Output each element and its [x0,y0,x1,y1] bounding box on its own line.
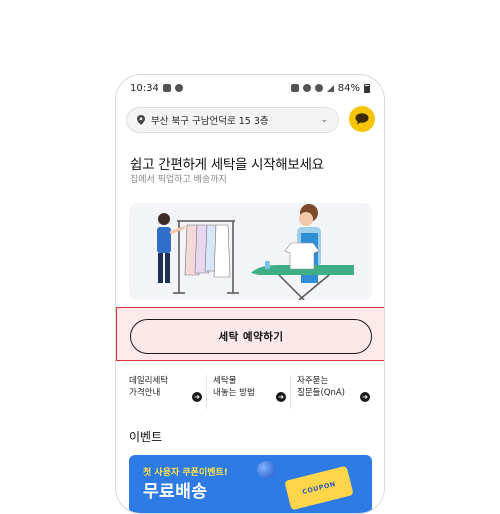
quick-link-label-line1: 데일리세탁 [129,376,169,386]
wifi-icon [314,84,323,92]
quick-link-label-line2: 질문들(QnA) [297,388,345,398]
hero-illustration [129,203,372,300]
quick-links: 데일리세탁 가격안내 ➜ 세탁물 내놓는 방법 ➜ 자주묻는 질문들(QnA) … [129,375,374,409]
sphere-decoration [257,461,275,479]
battery-percent: 84% [337,82,360,94]
location-pin-icon [137,115,145,125]
chat-bubble-icon [355,113,369,125]
quick-link-label-line2: 내놓는 방법 [213,388,255,398]
events-section-title: 이벤트 [129,430,163,444]
ironing-board-illustration [251,242,354,300]
page-subtitle: 집에서 픽업하고 배송까지 [130,175,227,185]
arrow-right-icon: ➜ [276,392,286,402]
arrow-right-icon: ➜ [192,392,202,402]
phone-frame: 10:34 84% 부산 북구 구남언덕로 15 3층 ⌄ 쉽고 간편하게 세탁… [115,74,385,514]
quick-link-label-line2: 가격안내 [129,388,161,398]
chat-button[interactable] [349,106,375,132]
quick-link-how-to[interactable]: 세탁물 내놓는 방법 ➜ [206,375,290,409]
alarm-icon [290,84,299,92]
clothing-rack-illustration [173,220,239,294]
signal-icon [326,84,334,92]
chevron-down-icon: ⌄ [320,115,328,125]
coupon-graphic: COUPON [284,465,354,511]
quick-link-faq[interactable]: 자주묻는 질문들(QnA) ➜ [290,375,374,409]
arrow-right-icon: ➜ [360,392,370,402]
event-banner-headline: 무료배송 [143,482,208,502]
quick-link-price-guide[interactable]: 데일리세탁 가격안내 ➜ [129,375,206,409]
battery-icon [364,83,370,93]
book-laundry-button[interactable]: 세탁 예약하기 [130,319,372,354]
worker-left-illustration [157,213,186,283]
status-bar: 10:34 84% [116,75,384,101]
quick-link-label-line1: 자주묻는 [297,376,329,386]
event-banner[interactable]: 첫 사용자 쿠폰이벤트! 무료배송 COUPON [129,455,372,513]
notification-icon [162,84,171,92]
address-text: 부산 북구 구남언덕로 15 3층 [151,116,269,127]
chat-notification-icon [174,84,183,92]
page-title: 쉽고 간편하게 세탁을 시작해보세요 [130,157,324,173]
status-time: 10:34 [130,82,159,94]
address-selector[interactable]: 부산 북구 구남언덕로 15 3층 ⌄ [126,107,339,133]
bluetooth-icon [302,84,311,92]
quick-link-label-line1: 세탁물 [213,376,237,386]
